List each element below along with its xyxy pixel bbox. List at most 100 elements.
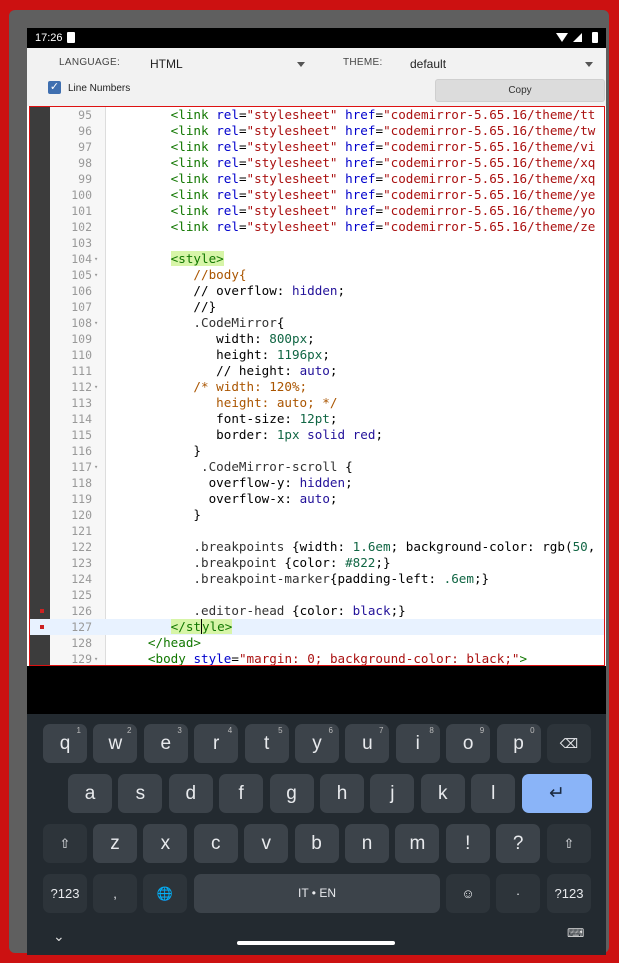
code-line[interactable]: 101 <link rel="stylesheet" href="codemir… bbox=[30, 203, 604, 219]
space-key[interactable]: IT • EN bbox=[194, 874, 440, 913]
key-u-hint: 7 bbox=[378, 726, 384, 735]
code-line[interactable]: 122 .breakpoints {width: 1.6em; backgrou… bbox=[30, 539, 604, 555]
key-z[interactable]: z bbox=[93, 824, 137, 863]
key-o[interactable]: o9 bbox=[446, 724, 491, 763]
code-line[interactable]: 124 .breakpoint-marker{padding-left: .6e… bbox=[30, 571, 604, 587]
key-n[interactable]: n bbox=[345, 824, 389, 863]
code-line[interactable]: 125 bbox=[30, 587, 604, 603]
key-v[interactable]: v bbox=[244, 824, 289, 863]
key-exclamation[interactable]: ! bbox=[445, 824, 490, 863]
enter-key[interactable]: ↵ bbox=[522, 774, 592, 813]
line-numbers-checkbox[interactable]: ✓ bbox=[48, 81, 61, 94]
key-k[interactable]: k bbox=[420, 774, 465, 813]
key-r[interactable]: r4 bbox=[194, 724, 239, 763]
symbols-key-label: ?123 bbox=[50, 886, 80, 901]
key-y[interactable]: y6 bbox=[295, 724, 339, 763]
globe-icon[interactable]: 🌐 bbox=[143, 874, 187, 913]
code-line[interactable]: 123 .breakpoint {color: #822;} bbox=[30, 555, 604, 571]
symbols-key[interactable]: ?123 bbox=[43, 874, 87, 913]
code-line[interactable]: 121 bbox=[30, 523, 604, 539]
shift-right-key[interactable]: ⇧ bbox=[547, 824, 591, 863]
home-gesture-bar[interactable] bbox=[237, 941, 395, 945]
key-b[interactable]: b bbox=[294, 824, 339, 863]
fold-toggle-icon[interactable]: ▾ bbox=[94, 459, 98, 475]
key-s[interactable]: s bbox=[118, 774, 163, 813]
code-line[interactable]: 116 } bbox=[30, 443, 604, 459]
key-q[interactable]: q1 bbox=[43, 724, 87, 763]
backspace-key[interactable]: ⌫ bbox=[547, 724, 591, 763]
code-line[interactable]: 114 font-size: 12pt; bbox=[30, 411, 604, 427]
key-question[interactable]: ? bbox=[496, 824, 541, 863]
code-line[interactable]: 103 bbox=[30, 235, 604, 251]
key-j[interactable]: j bbox=[370, 774, 415, 813]
code-line[interactable]: 118 overflow-y: hidden; bbox=[30, 475, 604, 491]
code-line[interactable]: 109 width: 800px; bbox=[30, 331, 604, 347]
symbols-right-key[interactable]: ?123 bbox=[547, 874, 591, 913]
code-line[interactable]: 119 overflow-x: auto; bbox=[30, 491, 604, 507]
code-line[interactable]: 104 ▾ <style> bbox=[30, 251, 604, 267]
code-line[interactable]: 106 // overflow: hidden; bbox=[30, 283, 604, 299]
code-line[interactable]: 95 <link rel="stylesheet" href="codemirr… bbox=[30, 107, 604, 123]
keyboard-switch-icon[interactable]: ⌨ bbox=[567, 926, 584, 940]
code-line[interactable]: 110 height: 1196px; bbox=[30, 347, 604, 363]
key-t[interactable]: t5 bbox=[244, 724, 289, 763]
key-x[interactable]: x bbox=[143, 824, 188, 863]
code-line[interactable]: 113 height: auto; */ bbox=[30, 395, 604, 411]
breakpoint-marker[interactable] bbox=[40, 609, 44, 613]
code-line[interactable]: 129 ▾ <body style="margin: 0; background-… bbox=[30, 651, 604, 666]
code-line[interactable]: 112 ▾ /* width: 120%; bbox=[30, 379, 604, 395]
code-line[interactable]: 98 <link rel="stylesheet" href="codemirr… bbox=[30, 155, 604, 171]
key-d[interactable]: d bbox=[168, 774, 213, 813]
code-line[interactable]: 117 ▾ .CodeMirror-scroll { bbox=[30, 459, 604, 475]
breakpoint-marker[interactable] bbox=[40, 625, 44, 629]
code-line[interactable]: 120 } bbox=[30, 507, 604, 523]
code-line[interactable]: 128 </head> bbox=[30, 635, 604, 651]
code-line[interactable]: 99 <link rel="stylesheet" href="codemirr… bbox=[30, 171, 604, 187]
code-token: ; bbox=[375, 427, 384, 442]
key-c[interactable]: c bbox=[193, 824, 238, 863]
emoji-icon[interactable]: ☺ bbox=[446, 874, 490, 913]
key-l[interactable]: l bbox=[471, 774, 516, 813]
code-line[interactable]: 102 <link rel="stylesheet" href="codemir… bbox=[30, 219, 604, 235]
fold-toggle-icon[interactable]: ▾ bbox=[94, 379, 98, 395]
code-token: = bbox=[375, 139, 384, 154]
code-line[interactable]: 126 .editor-head {color: black;} bbox=[30, 603, 604, 619]
key-w[interactable]: w2 bbox=[93, 724, 138, 763]
key-e[interactable]: e3 bbox=[143, 724, 188, 763]
keyboard-hide-icon[interactable]: ⌄ bbox=[53, 928, 65, 945]
shift-left-key[interactable]: ⇧ bbox=[43, 824, 87, 863]
key-f[interactable]: f bbox=[219, 774, 264, 813]
copy-button[interactable]: Copy bbox=[435, 79, 605, 102]
language-select[interactable]: HTML bbox=[147, 51, 307, 77]
key-i[interactable]: i8 bbox=[395, 724, 440, 763]
key-a[interactable]: a bbox=[68, 774, 112, 813]
key-h[interactable]: h bbox=[320, 774, 364, 813]
period-key[interactable]: · bbox=[496, 874, 540, 913]
code-line[interactable]: 115 border: 1px solid red; bbox=[30, 427, 604, 443]
code-line[interactable]: 100 <link rel="stylesheet" href="codemir… bbox=[30, 187, 604, 203]
fold-toggle-icon[interactable]: ▾ bbox=[94, 315, 98, 331]
theme-select[interactable]: default bbox=[407, 51, 597, 77]
code-line[interactable]: 127 </style> bbox=[30, 619, 604, 635]
code-token: { bbox=[276, 315, 285, 330]
code-line[interactable]: 108 ▾ .CodeMirror{ bbox=[30, 315, 604, 331]
fold-toggle-icon[interactable]: ▾ bbox=[94, 251, 98, 267]
key-m[interactable]: m bbox=[395, 824, 440, 863]
code-line[interactable]: 96 <link rel="stylesheet" href="codemirr… bbox=[30, 123, 604, 139]
code-editor[interactable]: 95 <link rel="stylesheet" href="codemirr… bbox=[29, 106, 605, 666]
wifi-icon bbox=[556, 33, 568, 42]
code-line[interactable]: 105 ▾ //body{ bbox=[30, 267, 604, 283]
code-line[interactable]: 107 //} bbox=[30, 299, 604, 315]
code-text: <style> bbox=[110, 251, 224, 267]
key-u[interactable]: u7 bbox=[345, 724, 390, 763]
code-line[interactable]: 111 // height: auto; bbox=[30, 363, 604, 379]
line-number: 108 bbox=[71, 316, 92, 330]
key-g[interactable]: g bbox=[269, 774, 314, 813]
key-p[interactable]: p0 bbox=[496, 724, 541, 763]
fold-toggle-icon[interactable]: ▾ bbox=[94, 267, 98, 283]
fold-toggle-icon[interactable]: ▾ bbox=[94, 651, 98, 665]
code-token: > bbox=[519, 651, 528, 666]
comma-key[interactable]: , bbox=[93, 874, 137, 913]
code-line[interactable]: 97 <link rel="stylesheet" href="codemirr… bbox=[30, 139, 604, 155]
